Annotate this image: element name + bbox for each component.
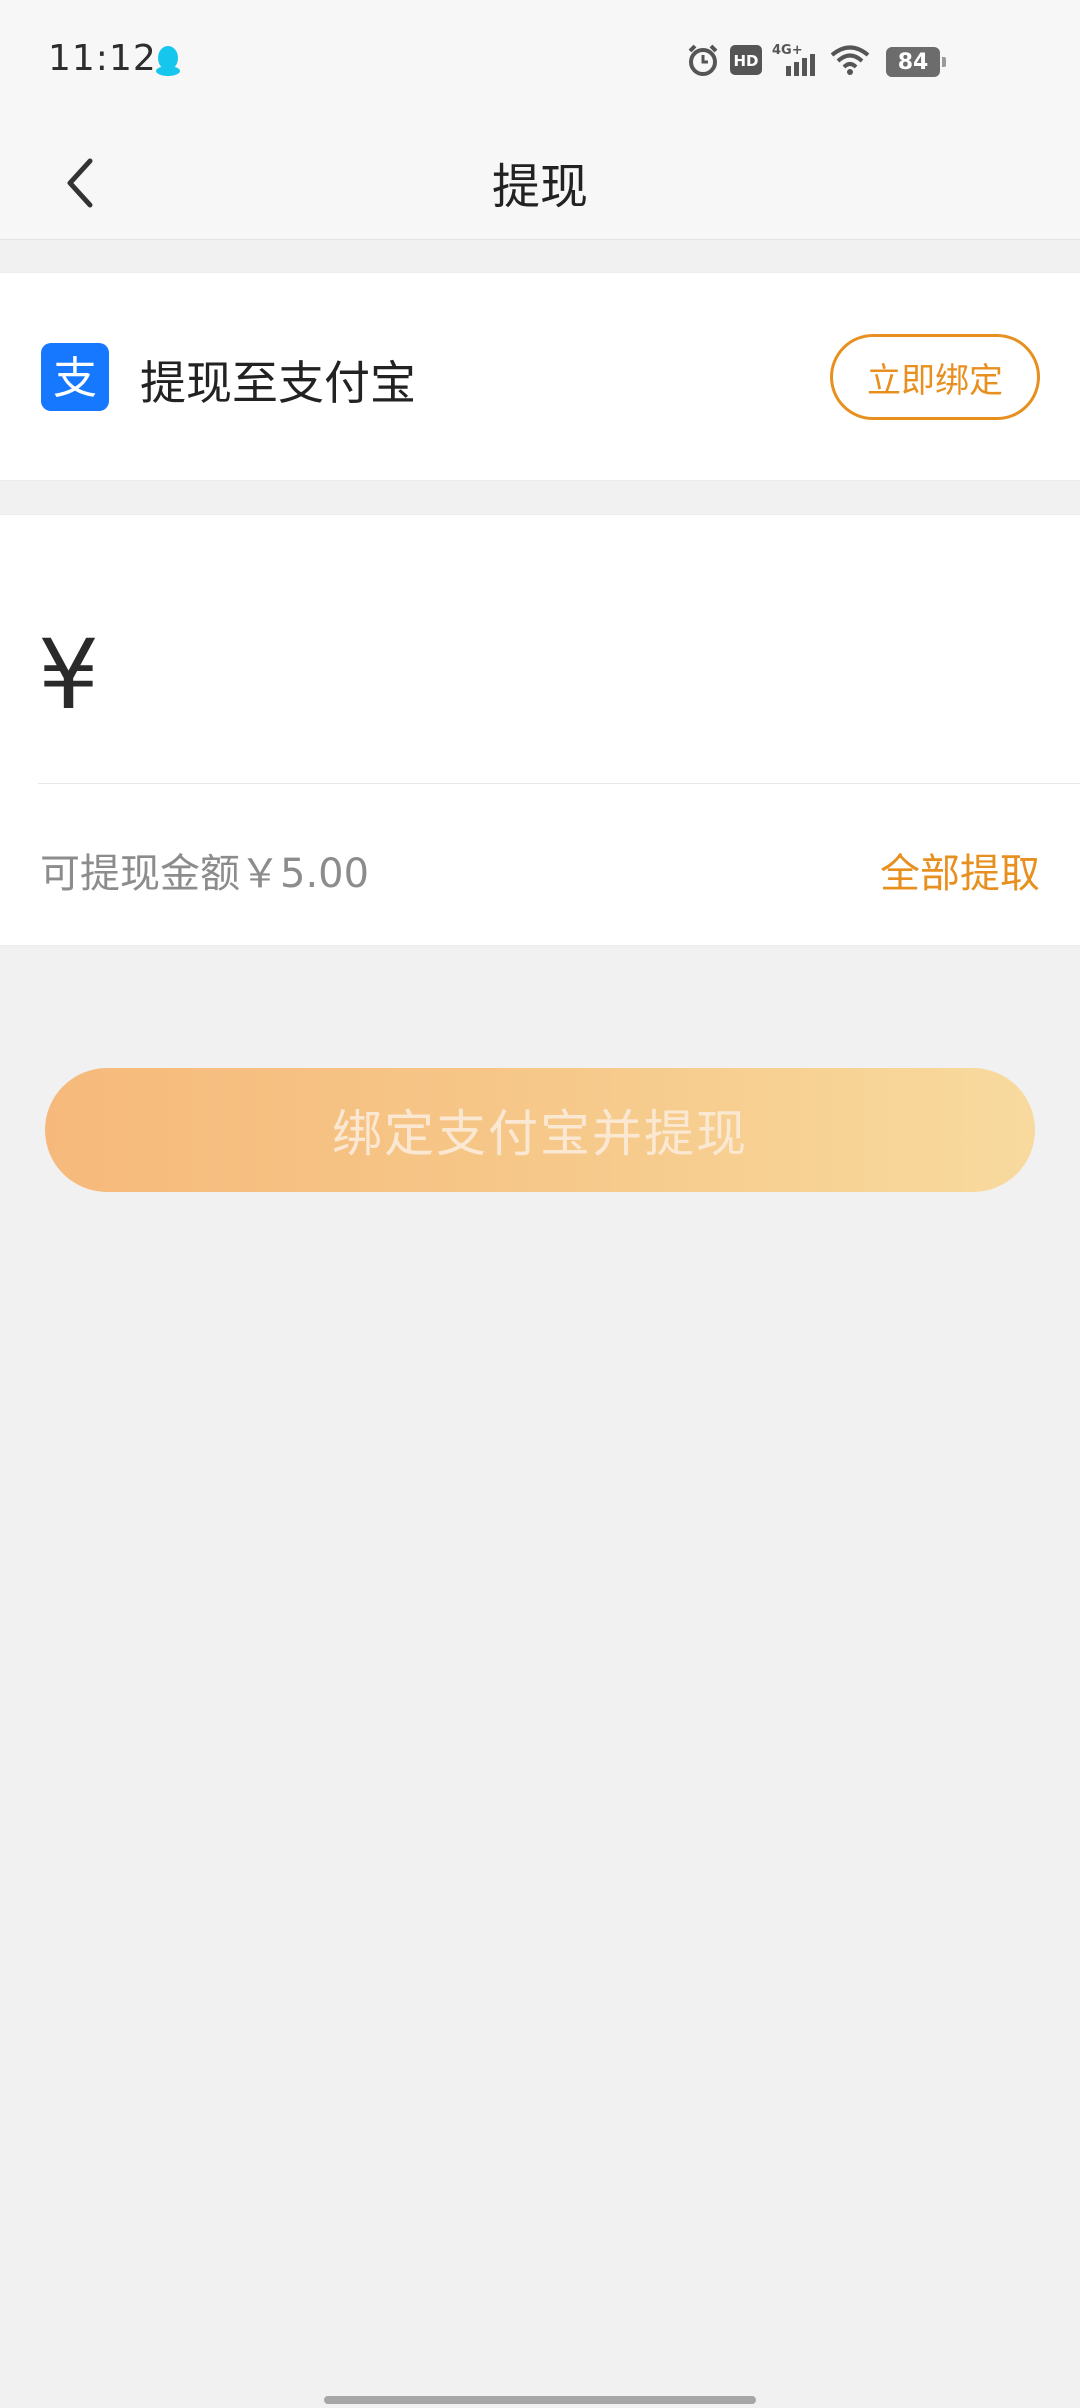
alipay-label: 提现至支付宝	[140, 356, 416, 410]
status-time: 11:12	[48, 38, 157, 79]
svg-text:4G+: 4G+	[772, 43, 803, 58]
available-balance-text: 可提现金额￥5.00	[40, 851, 370, 897]
wifi-icon	[830, 44, 870, 80]
qq-icon	[153, 44, 183, 78]
hd-icon: HD	[730, 45, 762, 79]
withdraw-all-button[interactable]: 全部提取	[880, 841, 1040, 899]
battery-icon: 84	[886, 47, 946, 77]
divider	[38, 783, 1080, 784]
svg-text:支: 支	[53, 353, 97, 404]
bind-and-withdraw-button[interactable]: 绑定支付宝并提现	[45, 1068, 1035, 1192]
status-icons: HD 4G+ 84	[686, 42, 946, 82]
alipay-icon: 支	[41, 343, 109, 411]
amount-input[interactable]	[130, 635, 1030, 735]
amount-card: ¥ 可提现金额￥5.00 全部提取	[0, 514, 1080, 946]
home-indicator[interactable]	[324, 2396, 756, 2404]
bind-now-button[interactable]: 立即绑定	[830, 334, 1040, 420]
status-bar: 11:12 HD 4G+ 84	[0, 0, 1080, 125]
signal-icon: 4G+	[772, 42, 820, 82]
alarm-icon	[686, 43, 720, 81]
svg-text:HD: HD	[733, 52, 758, 70]
alipay-row: 支 提现至支付宝 立即绑定	[0, 272, 1080, 481]
currency-symbol: ¥	[38, 619, 100, 731]
nav-bar: 提现	[0, 125, 1080, 240]
page-title: 提现	[491, 159, 588, 215]
